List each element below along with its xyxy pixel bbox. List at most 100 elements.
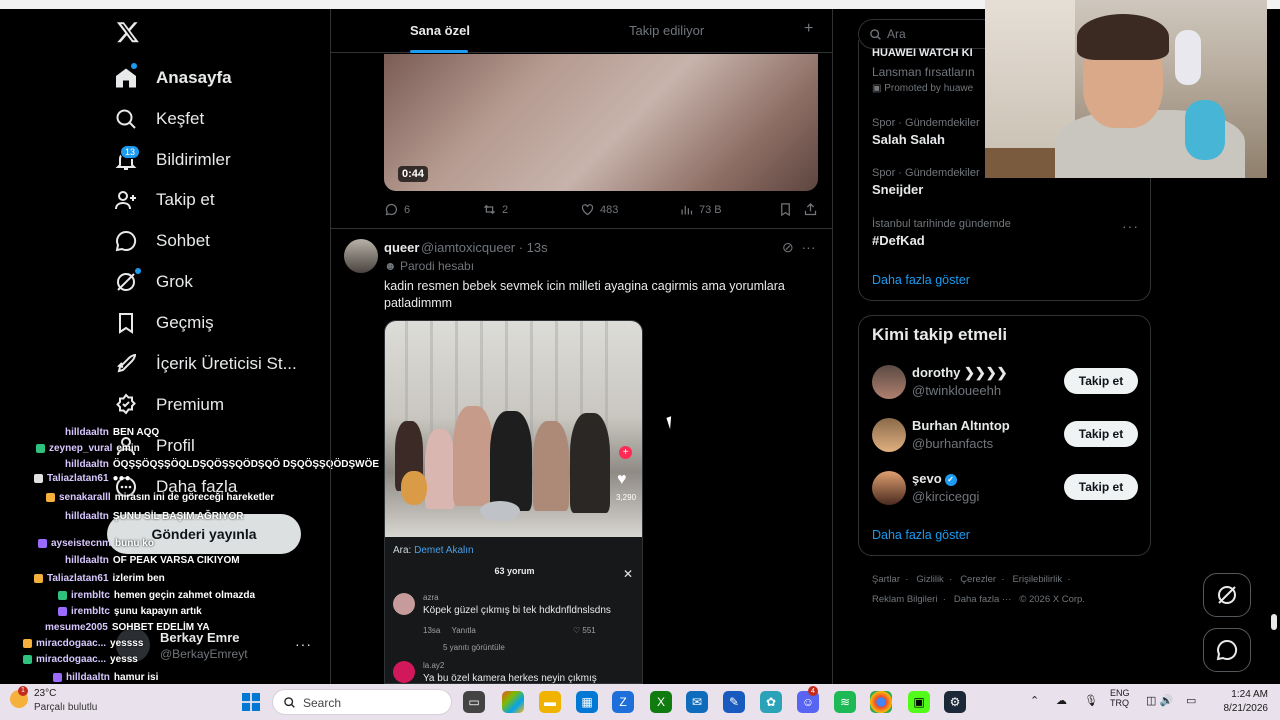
grok-icon[interactable]: ⊘ bbox=[782, 239, 794, 255]
file-explorer-icon[interactable]: ▬ bbox=[539, 691, 561, 713]
nav-item-grok[interactable]: Grok bbox=[114, 265, 193, 299]
search-icon bbox=[116, 109, 136, 129]
follow-button[interactable]: Takip et bbox=[1064, 474, 1138, 500]
footer-link-cookies[interactable]: Çerezler bbox=[960, 574, 996, 585]
trend-topic: #DefKad bbox=[872, 233, 925, 248]
grok-fab-button[interactable] bbox=[1203, 573, 1251, 617]
settings-app-icon[interactable]: ✿ bbox=[760, 691, 782, 713]
discord-badge: 4 bbox=[808, 686, 818, 696]
suggestion-handle: @twinkloueehh bbox=[912, 383, 1002, 398]
view-replies: 5 yanıtı görüntüle bbox=[443, 643, 505, 652]
scrollbar-thumb[interactable] bbox=[1271, 614, 1277, 630]
language-indicator[interactable]: ENG TRQ bbox=[1110, 688, 1130, 708]
add-tab-icon[interactable]: + bbox=[804, 20, 813, 38]
trend-item[interactable]: Spor · Gündemdekiler Salah Salah bbox=[872, 117, 980, 147]
windows-start-icon[interactable] bbox=[240, 691, 262, 713]
footer-links-row1: Şartlar · Gizlilik · Çerezler · Erişileb… bbox=[872, 574, 1071, 585]
timeline-tabs: Sana özel Takip ediliyor bbox=[331, 9, 832, 53]
reply-icon bbox=[385, 203, 398, 216]
nav-item-premium[interactable]: Premium bbox=[114, 388, 224, 422]
promo-title[interactable]: HUAWEI WATCH KI bbox=[872, 47, 973, 59]
nav-item-bookmarks[interactable]: Geçmiş bbox=[114, 306, 214, 340]
trend-item[interactable]: İstanbul tarihinde gündemde #DefKad bbox=[872, 218, 1011, 248]
editor-icon[interactable]: ✎ bbox=[723, 691, 745, 713]
trend-topic: Sneijder bbox=[872, 182, 924, 197]
premium-icon bbox=[116, 393, 136, 415]
share-button[interactable] bbox=[803, 202, 818, 217]
messages-fab-button[interactable] bbox=[1203, 628, 1251, 672]
page-scrollbar[interactable] bbox=[1267, 9, 1280, 684]
reply-button[interactable]: 6 bbox=[384, 202, 410, 217]
search-input[interactable]: Ara bbox=[858, 19, 998, 49]
chat-badge-icon bbox=[53, 673, 62, 682]
chat-badge-icon bbox=[23, 639, 32, 648]
language-code: ENG bbox=[1110, 688, 1130, 698]
tweet-media-screenshot[interactable]: + ♥ 3,290 Ara: Demet Akalın 63 yorum ✕ a… bbox=[384, 320, 643, 684]
battery-icon[interactable]: ▭ bbox=[1186, 694, 1196, 707]
tweet-author-handle[interactable]: @iamtoxicqueer · 13s bbox=[421, 240, 548, 255]
nav-item-chat[interactable]: Sohbet bbox=[114, 224, 210, 258]
chrome-icon[interactable] bbox=[870, 691, 892, 713]
outlook-icon[interactable]: ✉ bbox=[686, 691, 708, 713]
reply-count: 6 bbox=[404, 203, 411, 216]
bookmark-button[interactable] bbox=[778, 202, 793, 217]
more-dots-icon[interactable]: ··· bbox=[802, 239, 816, 255]
tray-mic-icon[interactable]: 🎙 bbox=[1084, 694, 1098, 707]
chat-text: yesss bbox=[110, 654, 138, 665]
footer-link-more[interactable]: Daha fazla ··· bbox=[954, 594, 1012, 605]
video-player[interactable]: 0:44 bbox=[384, 54, 818, 191]
wifi-icon[interactable]: ◫ 🔊 bbox=[1146, 694, 1173, 707]
taskbar-search[interactable]: Search bbox=[272, 689, 452, 715]
follow-suggestion[interactable]: Burhan Altıntop @burhanfacts Takip et bbox=[872, 418, 1138, 454]
footer-link-accessibility[interactable]: Erişilebilirlik bbox=[1012, 574, 1062, 585]
chat-username: miracdogaac... bbox=[36, 638, 107, 649]
spotify-icon[interactable]: ≋ bbox=[834, 691, 856, 713]
more-dots-icon[interactable]: ··· bbox=[1122, 218, 1139, 234]
task-view-icon[interactable]: ▭ bbox=[463, 691, 485, 713]
avatar bbox=[872, 418, 906, 452]
excel-icon[interactable]: X bbox=[650, 691, 672, 713]
tweet-text: kadin resmen bebek sevmek icin milleti a… bbox=[384, 279, 785, 310]
follow-button[interactable]: Takip et bbox=[1064, 421, 1138, 447]
tweet-author-name[interactable]: queer bbox=[384, 240, 419, 255]
chat-badge-icon bbox=[46, 493, 55, 502]
clock-date: 8/21/2026 bbox=[1223, 703, 1269, 714]
repost-button[interactable]: 2 bbox=[482, 202, 508, 217]
x-logo-icon[interactable] bbox=[116, 20, 140, 46]
chat-badge-icon bbox=[34, 474, 43, 483]
who-show-more-link[interactable]: Daha fazla göster bbox=[872, 528, 970, 542]
nav-item-explore[interactable]: Keşfet bbox=[114, 102, 204, 136]
footer-link-privacy[interactable]: Gizlilik bbox=[916, 574, 943, 585]
tray-cloud-icon[interactable]: ☁ bbox=[1056, 694, 1067, 707]
follow-button[interactable]: Takip et bbox=[1064, 368, 1138, 394]
trend-item[interactable]: Spor · Gündemdekiler Sneijder bbox=[872, 167, 980, 197]
taskbar-clock[interactable]: 1:24 AM 8/21/2026 bbox=[1210, 688, 1269, 716]
chat-text: OF PEAK VARSA CIKIYOM bbox=[112, 555, 240, 566]
kick-icon[interactable]: ▣ bbox=[908, 691, 930, 713]
share-icon bbox=[804, 202, 817, 216]
like-button[interactable]: 483 bbox=[580, 202, 618, 217]
chat-username: hilldaaltn bbox=[65, 555, 109, 566]
views-button[interactable]: 73 B bbox=[679, 202, 722, 217]
footer-link-ads-info[interactable]: Reklam Bilgileri bbox=[872, 594, 937, 605]
follow-suggestion[interactable]: dorothy ❯❯❯❯ @twinkloueehh Takip et bbox=[872, 365, 1138, 401]
nav-item-creator-studio[interactable]: İçerik Üreticisi St... bbox=[114, 347, 297, 381]
tray-overflow-icon[interactable]: ⌃ bbox=[1030, 694, 1039, 707]
search-prefix: Ara: bbox=[393, 545, 412, 556]
chat-message: zeynep_vural emin bbox=[36, 442, 140, 455]
copilot-icon[interactable] bbox=[502, 691, 524, 713]
chat-icon bbox=[1216, 639, 1238, 661]
media-search-line: Ara: Demet Akalın bbox=[393, 545, 474, 556]
follow-suggestion[interactable]: şevo ✓ @kirciceggi Takip et bbox=[872, 471, 1138, 507]
steam-icon[interactable]: ⚙ bbox=[944, 691, 966, 713]
footer-link-terms[interactable]: Şartlar bbox=[872, 574, 900, 585]
comment-likes: ♡ 551 bbox=[573, 626, 596, 635]
trends-show-more-link[interactable]: Daha fazla göster bbox=[872, 273, 970, 287]
game-app-icon[interactable]: Z bbox=[612, 691, 634, 713]
store-icon[interactable]: ▦ bbox=[576, 691, 598, 713]
group-photo: + ♥ 3,290 bbox=[385, 321, 642, 537]
tab-following[interactable]: Takip ediliyor bbox=[629, 23, 704, 38]
tab-for-you[interactable]: Sana özel bbox=[410, 23, 470, 38]
nav-item-follow[interactable]: Takip et bbox=[114, 183, 215, 217]
avatar[interactable] bbox=[344, 239, 378, 273]
